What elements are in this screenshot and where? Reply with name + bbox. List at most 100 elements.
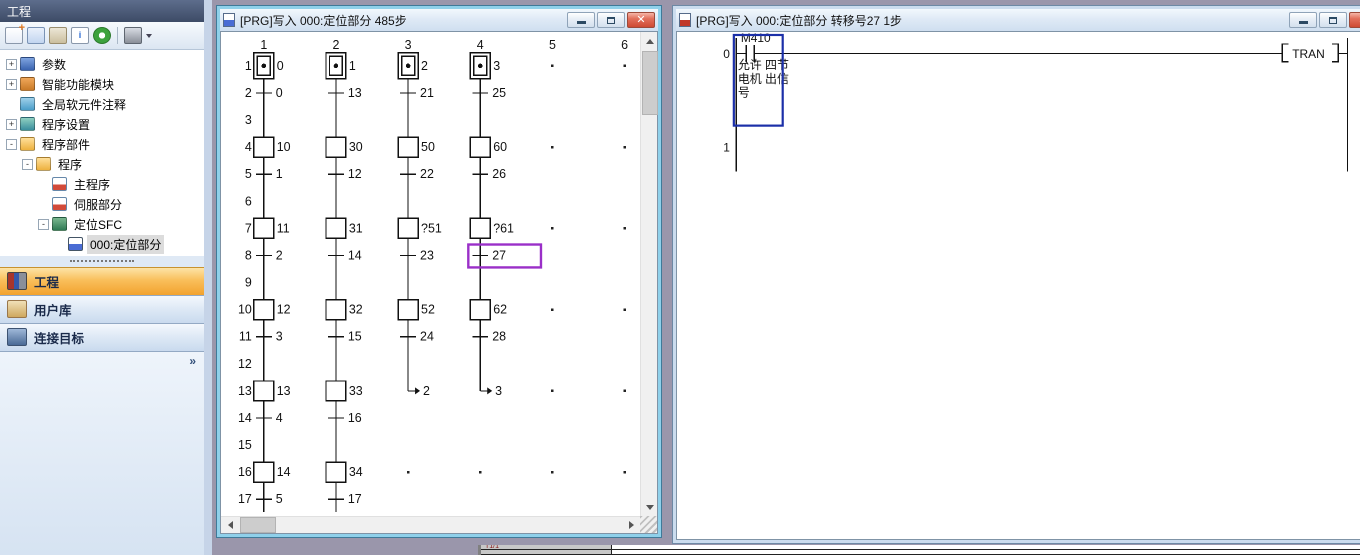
tree-item[interactable]: -定位SFC [0, 214, 204, 234]
svg-text:24: 24 [420, 330, 434, 344]
ladder-canvas[interactable]: 01M410允许 四节电机 出信号TRAN [677, 32, 1360, 539]
tree-item[interactable]: -程序 [0, 154, 204, 174]
sfc-tran[interactable]: 5 [256, 492, 283, 506]
sfc-tran[interactable]: 21 [400, 86, 434, 100]
ladder-window-title: [PRG]写入 000:定位部分 转移号27 1步 [696, 12, 902, 29]
sfc-tran[interactable]: 28 [472, 330, 506, 344]
sfc-tran[interactable]: 17 [328, 492, 362, 506]
sfc-step[interactable]: 33 [326, 381, 363, 401]
nav-button[interactable]: 连接目标 [0, 323, 204, 351]
sfc-tran[interactable]: 16 [328, 411, 362, 425]
sfc-jump[interactable]: 3 [480, 384, 502, 398]
dropdown-arrow-icon[interactable] [146, 34, 152, 41]
restore-button[interactable] [1319, 12, 1347, 28]
svg-text:3: 3 [405, 38, 412, 52]
sfc-vertical-scrollbar[interactable] [640, 32, 657, 516]
sfc-tran[interactable]: 27 [472, 248, 506, 262]
sfc-step[interactable]: 52 [398, 300, 435, 320]
scroll-down-button[interactable] [641, 499, 658, 516]
sfc-canvas[interactable]: 1234561234567891011121314151617001011121… [221, 32, 640, 516]
close-button[interactable]: ✕ [627, 12, 655, 28]
sfc-initial[interactable]: 0 [254, 53, 284, 79]
minimize-button[interactable] [567, 12, 595, 28]
sfc-window-titlebar[interactable]: [PRG]写入 000:定位部分 485步 ✕ [220, 9, 658, 31]
sfc-step[interactable]: 60 [470, 137, 507, 157]
tree-expand-toggle[interactable]: - [38, 219, 49, 230]
sfc-tran[interactable]: 14 [328, 248, 362, 262]
sfc-step[interactable]: 14 [254, 462, 291, 482]
sfc-tran[interactable]: 25 [472, 86, 506, 100]
tree-expand-toggle[interactable]: + [6, 79, 17, 90]
ladder-window-titlebar[interactable]: [PRG]写入 000:定位部分 转移号27 1步 ✕ [676, 9, 1360, 31]
tree-item[interactable]: +智能功能模块 [0, 74, 204, 94]
tree-expand-toggle[interactable]: - [6, 139, 17, 150]
horizontal-scroll-thumb[interactable] [240, 517, 276, 533]
resize-grip[interactable] [640, 516, 657, 533]
nav-button[interactable]: 工程 [0, 267, 204, 295]
sfc-tran[interactable]: 1 [256, 167, 283, 181]
sfc-tran[interactable]: 23 [400, 248, 434, 262]
sfc-tran[interactable]: 15 [328, 330, 362, 344]
tree-item[interactable]: 000:定位部分 [0, 234, 204, 254]
sfc-step[interactable]: ?51 [398, 218, 442, 238]
sfc-step[interactable]: 62 [470, 300, 507, 320]
sfc-tran[interactable]: 3 [256, 330, 283, 344]
sfc-step[interactable]: 31 [326, 218, 363, 238]
tree-expand-toggle[interactable]: + [6, 119, 17, 130]
sfc-initial[interactable]: 2 [398, 53, 428, 79]
close-button[interactable]: ✕ [1349, 12, 1360, 28]
tree-item[interactable]: -程序部件 [0, 134, 204, 154]
scroll-left-button[interactable] [221, 517, 238, 534]
nav-button[interactable]: 用户库 [0, 295, 204, 323]
panel-splitter[interactable] [0, 256, 204, 267]
paste-icon[interactable] [49, 27, 67, 44]
minimize-button[interactable] [1289, 12, 1317, 28]
sfc-step[interactable]: 11 [254, 218, 290, 238]
chevron-icon[interactable]: » [189, 354, 196, 555]
sfc-step[interactable]: 13 [254, 381, 291, 401]
tree-item-label: 全局软元件注释 [39, 95, 129, 114]
sfc-tran[interactable]: 0 [256, 86, 283, 100]
scroll-right-button[interactable] [623, 517, 640, 534]
sfc-step[interactable]: 30 [326, 137, 363, 157]
tree-item[interactable]: +参数 [0, 54, 204, 74]
sfcfolder-icon [52, 217, 67, 231]
tree-expand-toggle[interactable]: + [6, 59, 17, 70]
property-icon[interactable]: i [71, 27, 89, 44]
vertical-scroll-thumb[interactable] [642, 51, 658, 115]
tree-item[interactable]: 伺服部分 [0, 194, 204, 214]
sfc-step[interactable]: 32 [326, 300, 363, 320]
copy-icon[interactable] [27, 27, 45, 44]
sfc-step[interactable]: 10 [254, 137, 291, 157]
sfc-tran[interactable]: 2 [256, 248, 283, 262]
sfc-step[interactable]: 12 [254, 300, 291, 320]
sfc-tran[interactable]: 12 [328, 167, 362, 181]
refresh-icon[interactable] [93, 27, 111, 44]
sort-icon[interactable] [124, 27, 142, 44]
sfc-dot [551, 227, 553, 229]
sfc-horizontal-scrollbar[interactable] [221, 516, 640, 533]
ladder-contact[interactable]: M410允许 四节电机 出信号 [734, 32, 1282, 126]
tree-expand-toggle[interactable]: - [22, 159, 33, 170]
sfc-initial[interactable]: 1 [326, 53, 356, 79]
new-project-icon[interactable] [5, 27, 23, 44]
scroll-up-button[interactable] [641, 32, 658, 49]
sfc-tran[interactable]: 26 [472, 167, 506, 181]
svg-text:0: 0 [277, 59, 284, 73]
sfc-step[interactable]: ?61 [470, 218, 514, 238]
tree-item[interactable]: +程序设置 [0, 114, 204, 134]
sfc-jump[interactable]: 2 [408, 384, 430, 398]
coil-label: TRAN [1292, 47, 1325, 61]
sfc-step[interactable]: 34 [326, 462, 363, 482]
tree-item[interactable]: 全局软元件注释 [0, 94, 204, 114]
restore-button[interactable] [597, 12, 625, 28]
sfc-tran[interactable]: 24 [400, 330, 434, 344]
sfc-initial[interactable]: 3 [470, 53, 500, 79]
sfc-tran[interactable]: 22 [400, 167, 434, 181]
sfc-dot [551, 308, 553, 310]
sfc-tran[interactable]: 13 [328, 86, 362, 100]
sfc-step[interactable]: 50 [398, 137, 435, 157]
tran-coil[interactable]: TRAN [1282, 44, 1347, 62]
tree-item[interactable]: 主程序 [0, 174, 204, 194]
sfc-tran[interactable]: 4 [256, 411, 283, 425]
